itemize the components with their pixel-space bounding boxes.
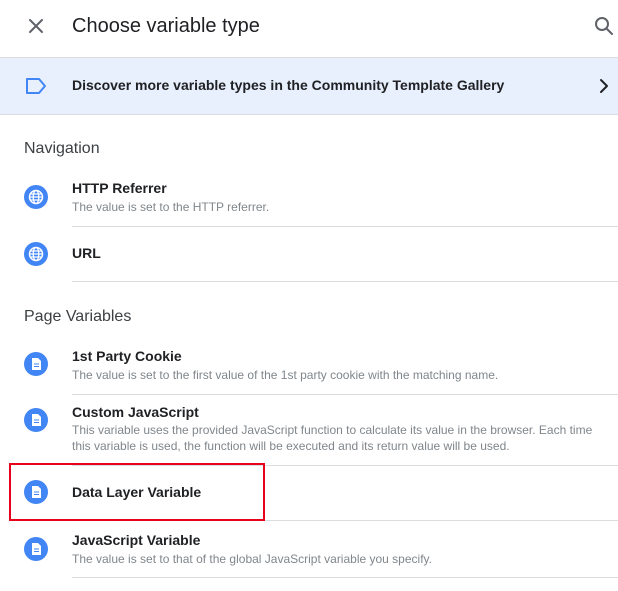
close-button[interactable]	[24, 14, 48, 38]
variable-type-description: This variable uses the provided JavaScri…	[72, 423, 593, 453]
dialog-header: Choose variable type	[0, 0, 618, 56]
search-icon[interactable]	[592, 14, 616, 38]
variable-type-custom-javascript[interactable]: Custom JavaScript This variable uses the…	[0, 395, 618, 465]
document-icon	[24, 352, 48, 376]
variable-type-description: The value is set to that of the global J…	[72, 552, 432, 566]
variable-type-title: URL	[72, 245, 101, 261]
divider	[72, 577, 618, 578]
divider	[72, 281, 618, 282]
variable-type-javascript-variable[interactable]: JavaScript Variable The value is set to …	[0, 521, 618, 577]
variable-type-title: JavaScript Variable	[72, 532, 201, 548]
globe-icon	[24, 185, 48, 209]
variable-type-1st-party-cookie[interactable]: 1st Party Cookie The value is set to the…	[0, 338, 618, 394]
community-gallery-banner[interactable]: Discover more variable types in the Comm…	[0, 57, 618, 115]
variable-type-url[interactable]: URL	[0, 227, 618, 281]
label-icon	[26, 78, 46, 94]
search-button[interactable]	[592, 14, 616, 38]
variable-type-title: HTTP Referrer	[72, 180, 167, 196]
section-header-page-variables: Page Variables	[24, 308, 132, 325]
dialog-title: Choose variable type	[72, 15, 260, 37]
chevron-right-icon	[600, 79, 608, 93]
variable-type-description: The value is set to the first value of t…	[72, 368, 499, 382]
highlight-box	[9, 463, 265, 521]
section-header-navigation: Navigation	[24, 140, 100, 157]
variable-type-http-referrer[interactable]: HTTP Referrer The value is set to the HT…	[0, 170, 618, 226]
document-icon	[24, 408, 48, 432]
close-icon[interactable]	[24, 14, 48, 38]
document-icon	[24, 537, 48, 561]
globe-icon	[24, 242, 48, 266]
community-gallery-link-text: Discover more variable types in the Comm…	[72, 77, 505, 93]
variable-type-description: The value is set to the HTTP referrer.	[72, 200, 270, 214]
variable-type-title: Custom JavaScript	[72, 404, 199, 420]
variable-type-title: 1st Party Cookie	[72, 348, 182, 364]
